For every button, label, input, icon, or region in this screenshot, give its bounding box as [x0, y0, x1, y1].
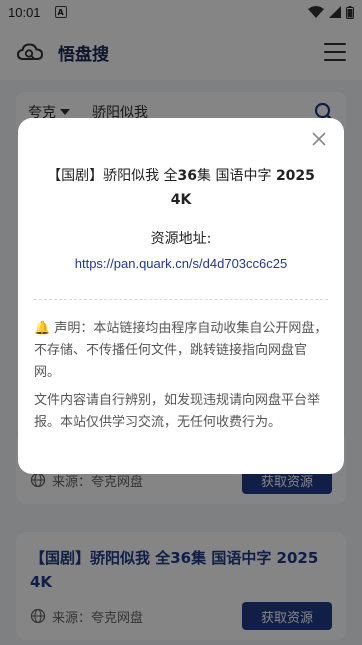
resource-link[interactable]: https://pan.quark.cn/s/d4d703cc6c25 — [34, 256, 328, 271]
dialog-title-mid: 集 国语中字 — [197, 168, 276, 184]
dialog-title-year: 2025 — [275, 168, 315, 184]
disclaimer-text: 🔔 声明：本站链接均由程序自动收集自公开网盘，不存储、不传播任何文件，跳转链接指… — [34, 318, 328, 384]
close-icon[interactable] — [310, 130, 328, 148]
dialog-title-quality: 4K — [170, 192, 192, 208]
dialog-title-count: 36 — [177, 168, 198, 184]
disclaimer-text-2: 文件内容请自行辨别，如发现违规请向网盘平台举报。本站仅供学习交流，无任何收费行为… — [34, 393, 321, 430]
disclaimer-text-1: 声明：本站链接均由程序自动收集自公开网盘，不存储、不传播任何文件，跳转链接指向网… — [34, 321, 328, 380]
dialog-divider — [34, 299, 328, 300]
dialog-title: 【国剧】骄阳似我 全36集 国语中字 2025 4K — [34, 164, 328, 212]
address-label: 资源地址: — [150, 231, 212, 247]
dialog-title-prefix: 【国剧】骄阳似我 全 — [47, 168, 178, 184]
bell-icon: 🔔 — [34, 321, 51, 336]
resource-dialog: 【国剧】骄阳似我 全36集 国语中字 2025 4K 资源地址: https:/… — [18, 118, 344, 474]
